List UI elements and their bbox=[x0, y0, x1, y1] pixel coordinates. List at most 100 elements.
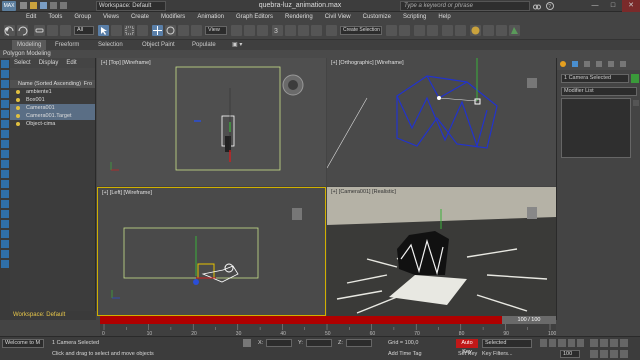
angle-snap-icon[interactable] bbox=[285, 25, 296, 36]
tool-icon[interactable] bbox=[1, 110, 9, 118]
named-selection-dropdown[interactable]: Create Selection Se bbox=[340, 26, 382, 35]
next-frame-icon[interactable] bbox=[567, 339, 575, 347]
tool-icon[interactable] bbox=[1, 220, 9, 228]
menu-tools[interactable]: Tools bbox=[42, 12, 68, 22]
menu-scripting[interactable]: Scripting bbox=[397, 12, 432, 22]
new-file-icon[interactable] bbox=[20, 2, 27, 9]
visibility-bulb-icon[interactable] bbox=[16, 114, 20, 118]
time-slider-handle[interactable]: 100 / 100 bbox=[502, 316, 556, 324]
mirror-icon[interactable] bbox=[386, 25, 397, 36]
zoom-icon[interactable] bbox=[590, 339, 598, 347]
workspace-dropdown[interactable]: Workspace: Default bbox=[96, 1, 166, 11]
tool-icon[interactable] bbox=[1, 230, 9, 238]
explorer-frozen-column[interactable]: Fro bbox=[84, 80, 92, 88]
menu-views[interactable]: Views bbox=[97, 12, 125, 22]
tool-icon[interactable] bbox=[1, 100, 9, 108]
maxscript-listener[interactable]: Welcome to M bbox=[2, 339, 44, 348]
visibility-bulb-icon[interactable] bbox=[16, 98, 20, 102]
bind-spacewarp-icon[interactable] bbox=[60, 25, 71, 36]
close-button[interactable]: ✕ bbox=[622, 0, 640, 12]
ribbon-tab-object-paint[interactable]: Object Paint bbox=[142, 40, 175, 50]
tool-icon[interactable] bbox=[1, 260, 9, 268]
schematic-view-icon[interactable] bbox=[455, 25, 466, 36]
menu-civil-view[interactable]: Civil View bbox=[319, 12, 357, 22]
previous-frame-icon[interactable] bbox=[549, 339, 557, 347]
tool-icon[interactable] bbox=[1, 140, 9, 148]
menu-group[interactable]: Group bbox=[68, 12, 97, 22]
maximize-button[interactable]: □ bbox=[604, 0, 622, 12]
explorer-name-column[interactable]: Name (Sorted Ascending) bbox=[18, 81, 81, 87]
object-color-swatch[interactable] bbox=[631, 74, 639, 83]
snap-toggle-icon[interactable]: 3 bbox=[272, 25, 283, 36]
viewport-top-label[interactable]: [+] [Top] [Wireframe] bbox=[101, 60, 151, 66]
menu-help[interactable]: Help bbox=[432, 12, 456, 22]
ribbon-toggle-icon[interactable]: ▣ ▾ bbox=[232, 40, 242, 50]
visibility-bulb-icon[interactable] bbox=[16, 122, 20, 126]
curve-editor-icon[interactable] bbox=[442, 25, 453, 36]
tool-icon[interactable] bbox=[1, 200, 9, 208]
current-frame-field[interactable]: 100 bbox=[560, 350, 580, 358]
explorer-menu-edit[interactable]: Edit bbox=[62, 58, 80, 68]
tool-icon[interactable] bbox=[1, 130, 9, 138]
field-of-view-icon[interactable] bbox=[590, 350, 598, 358]
zoom-all-icon[interactable] bbox=[600, 339, 608, 347]
align-icon[interactable] bbox=[399, 25, 410, 36]
link-icon[interactable] bbox=[34, 25, 45, 36]
modifier-list-dropdown[interactable]: Modifier List bbox=[561, 87, 637, 96]
z-coordinate-field[interactable] bbox=[346, 339, 372, 347]
region-select-icon[interactable] bbox=[124, 25, 135, 36]
keyboard-shortcut-icon[interactable] bbox=[257, 25, 268, 36]
maximize-viewport-icon[interactable] bbox=[620, 350, 628, 358]
x-coordinate-field[interactable] bbox=[266, 339, 292, 347]
auto-key-button[interactable]: Auto Key bbox=[456, 339, 478, 355]
track-bar[interactable]: 100 / 100 bbox=[100, 316, 556, 324]
ribbon-tab-populate[interactable]: Populate bbox=[192, 40, 216, 50]
binoculars-icon[interactable] bbox=[533, 2, 541, 10]
go-to-end-icon[interactable] bbox=[576, 339, 585, 347]
explorer-menu-select[interactable]: Select bbox=[10, 58, 35, 68]
tool-icon[interactable] bbox=[1, 70, 9, 78]
go-to-start-icon[interactable] bbox=[540, 339, 548, 347]
tool-icon[interactable] bbox=[1, 170, 9, 178]
undo-icon[interactable] bbox=[50, 2, 57, 9]
explorer-column-header[interactable]: Name (Sorted Ascending) Fro bbox=[10, 80, 95, 88]
viewport-orthographic[interactable]: [+] [Orthographic] [Wireframe] bbox=[327, 58, 556, 186]
redo-arrow-icon[interactable] bbox=[17, 25, 28, 36]
select-by-name-icon[interactable] bbox=[111, 25, 122, 36]
menu-rendering[interactable]: Rendering bbox=[279, 12, 319, 22]
search-input[interactable]: Type a keyword or phrase bbox=[400, 1, 530, 11]
placement-icon[interactable] bbox=[191, 25, 202, 36]
ribbon-tab-modeling[interactable]: Modeling bbox=[12, 40, 47, 50]
zoom-extents-icon[interactable] bbox=[610, 339, 618, 347]
reference-coordinate-dropdown[interactable]: View bbox=[205, 26, 227, 35]
viewport-ortho-label[interactable]: [+] [Orthographic] [Wireframe] bbox=[331, 60, 404, 66]
viewport-left[interactable]: [+] [Left] [Wireframe] bbox=[97, 187, 326, 316]
tool-icon[interactable] bbox=[1, 80, 9, 88]
selection-filter-dropdown[interactable]: All bbox=[74, 26, 94, 35]
play-icon[interactable] bbox=[558, 339, 566, 347]
pivot-center-icon[interactable] bbox=[231, 25, 242, 36]
tool-icon[interactable] bbox=[1, 60, 9, 68]
tool-icon[interactable] bbox=[1, 90, 9, 98]
spinner-snap-icon[interactable] bbox=[311, 25, 322, 36]
modifier-stack[interactable] bbox=[561, 98, 631, 158]
polygon-modeling-panel[interactable]: Polygon Modeling bbox=[0, 50, 640, 58]
menu-customize[interactable]: Customize bbox=[357, 12, 397, 22]
window-crossing-icon[interactable] bbox=[137, 25, 148, 36]
y-coordinate-field[interactable] bbox=[306, 339, 332, 347]
menu-modifiers[interactable]: Modifiers bbox=[155, 12, 191, 22]
viewport-camera[interactable]: [+] [Camera001] [Realistic] bbox=[327, 187, 556, 316]
ribbon-tab-freeform[interactable]: Freeform bbox=[55, 40, 79, 50]
viewport-left-label[interactable]: [+] [Left] [Wireframe] bbox=[102, 190, 152, 196]
add-time-tag[interactable]: Add Time Tag bbox=[388, 351, 422, 357]
object-name-field[interactable]: 1 Camera Selected bbox=[561, 74, 629, 83]
redo-icon[interactable] bbox=[60, 2, 67, 9]
menu-edit[interactable]: Edit bbox=[20, 12, 42, 22]
zoom-extents-all-icon[interactable] bbox=[620, 339, 628, 347]
visibility-bulb-icon[interactable] bbox=[16, 90, 20, 94]
tool-icon[interactable] bbox=[1, 160, 9, 168]
render-setup-icon[interactable] bbox=[483, 25, 494, 36]
rotate-icon[interactable] bbox=[165, 25, 176, 36]
tool-icon[interactable] bbox=[1, 150, 9, 158]
minimize-button[interactable]: — bbox=[586, 0, 604, 12]
